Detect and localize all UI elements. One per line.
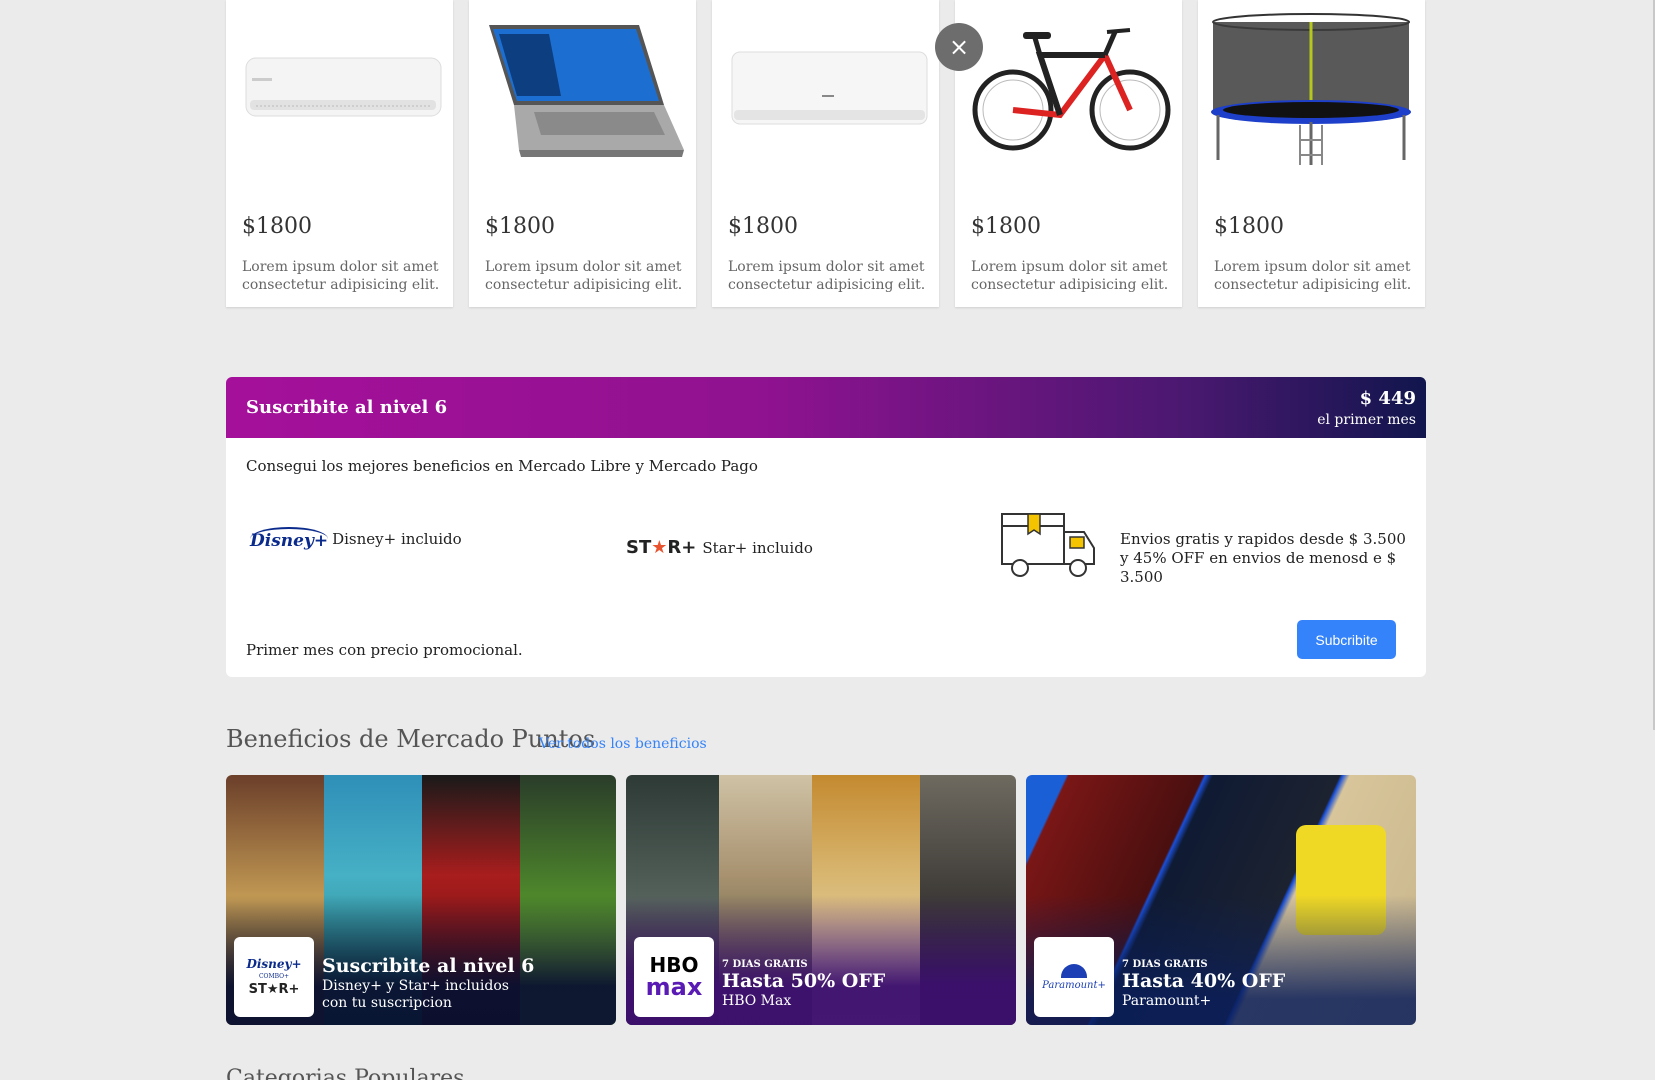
paramount-plus-logo: Paramount+ xyxy=(1034,937,1114,1017)
benefit-subtitle: Paramount+ xyxy=(1122,993,1212,1009)
benefit-tag: 7 DIAS GRATIS xyxy=(1122,959,1208,970)
benefit-headline: Suscribite al nivel 6 xyxy=(322,955,535,977)
benefit-card-hbo-max[interactable]: HBO max 7 DIAS GRATIS Hasta 50% OFF HBO … xyxy=(626,775,1016,1025)
laptop-image xyxy=(489,25,684,157)
trampoline-image xyxy=(1211,13,1411,165)
product-price: $1800 xyxy=(485,214,555,239)
product-carousel: $1800 Lorem ipsum dolor sit amet consect… xyxy=(226,0,1426,307)
paramount-wordmark: Paramount+ xyxy=(1042,979,1106,991)
product-description: Lorem ipsum dolor sit amet consectetur a… xyxy=(485,259,683,293)
hbo-icon: HBO xyxy=(649,953,699,977)
benefit-disney: Disney+ Disney+ incluido xyxy=(250,527,462,551)
promo-note: Primer mes con precio promocional. xyxy=(246,641,523,659)
categories-title: Categorias Populares xyxy=(226,1066,465,1080)
benefit-headline: Hasta 40% OFF xyxy=(1122,970,1286,992)
product-price: $1800 xyxy=(728,214,798,239)
disney-star-combo-logo: Disney+ COMBO+ ST★R+ xyxy=(234,937,314,1017)
benefit-card-disney-star[interactable]: Disney+ COMBO+ ST★R+ Suscribite al nivel… xyxy=(226,775,616,1025)
air-conditioner-image xyxy=(245,57,442,117)
disney-plus-icon: Disney+ xyxy=(250,527,329,551)
product-card[interactable]: $1800 Lorem ipsum dolor sit amet consect… xyxy=(712,0,939,307)
product-price: $1800 xyxy=(1214,214,1284,239)
benefit-card-paramount[interactable]: Paramount+ 7 DIAS GRATIS Hasta 40% OFF P… xyxy=(1026,775,1416,1025)
close-icon[interactable]: × xyxy=(935,23,983,71)
subscription-description: Consegui los mejores beneficios en Merca… xyxy=(246,457,758,475)
product-card[interactable]: $1800 Lorem ipsum dolor sit amet consect… xyxy=(226,0,453,307)
subscription-price-note: el primer mes xyxy=(1317,412,1416,428)
subscribe-button[interactable]: Subcribite xyxy=(1297,620,1396,659)
bicycle-image xyxy=(972,28,1171,151)
disney-plus-icon: Disney+ xyxy=(246,957,302,971)
subscription-card: Suscribite al nivel 6 $ 449 el primer me… xyxy=(226,377,1426,677)
shipping-benefit: Envios gratis y rapidos desde $ 3.500 y … xyxy=(1120,530,1426,587)
subscription-title: Suscribite al nivel 6 xyxy=(246,397,448,418)
product-card[interactable]: $1800 Lorem ipsum dolor sit amet consect… xyxy=(1198,0,1425,307)
paramount-mountain-icon xyxy=(1061,963,1087,978)
benefit-tag: 7 DIAS GRATIS xyxy=(722,959,808,970)
product-description: Lorem ipsum dolor sit amet consectetur a… xyxy=(242,259,440,293)
subscription-price: $ 449 xyxy=(1359,388,1416,409)
benefits-see-all-link[interactable]: Ver todos los beneficios xyxy=(539,736,707,752)
hbo-max-logo: HBO max xyxy=(634,937,714,1017)
max-icon: max xyxy=(645,973,703,1001)
benefit-subtitle: Disney+ y Star+ incluidos con tu suscrip… xyxy=(322,978,509,1011)
product-price: $1800 xyxy=(971,214,1041,239)
product-card[interactable]: $1800 Lorem ipsum dolor sit amet consect… xyxy=(955,0,1182,307)
product-description: Lorem ipsum dolor sit amet consectetur a… xyxy=(971,259,1169,293)
benefit-star: ST★R+ Star+ incluido xyxy=(626,537,813,558)
subscription-header: Suscribite al nivel 6 $ 449 el primer me… xyxy=(226,377,1426,438)
combo-label: COMBO+ xyxy=(258,973,290,980)
star-plus-icon: ST★R+ xyxy=(626,537,697,558)
star-plus-icon: ST★R+ xyxy=(248,982,300,997)
delivery-truck-icon xyxy=(1001,513,1095,577)
product-card[interactable]: $1800 Lorem ipsum dolor sit amet consect… xyxy=(469,0,696,307)
benefit-subtitle: HBO Max xyxy=(722,993,792,1009)
product-price: $1800 xyxy=(242,214,312,239)
star-benefit-label: Star+ incluido xyxy=(702,538,813,557)
air-conditioner-image xyxy=(731,51,928,125)
disney-benefit-label: Disney+ incluido xyxy=(332,530,462,548)
shipping-line-1: Envios gratis y rapidos desde $ 3.500 xyxy=(1120,530,1406,548)
shipping-line-2: y 45% OFF en envios de menosd e $ 3.500 xyxy=(1120,549,1397,586)
product-description: Lorem ipsum dolor sit amet consectetur a… xyxy=(728,259,926,293)
product-description: Lorem ipsum dolor sit amet consectetur a… xyxy=(1214,259,1412,293)
benefit-headline: Hasta 50% OFF xyxy=(722,970,886,992)
